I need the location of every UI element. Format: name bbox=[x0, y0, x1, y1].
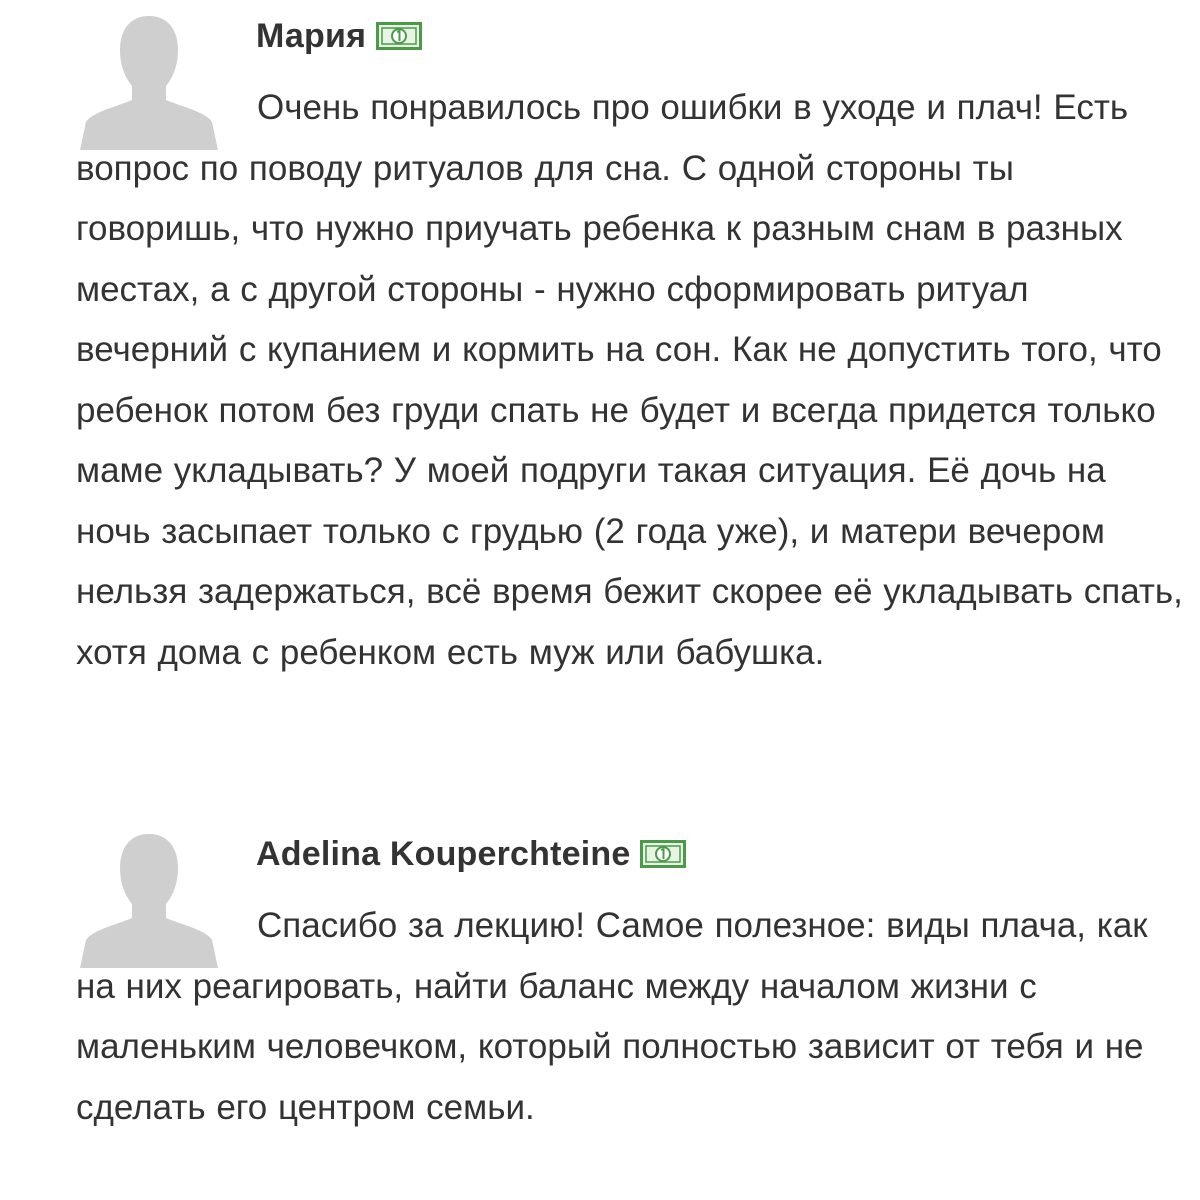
comment-text: Очень понравилось про ошибки в уходе и п… bbox=[76, 88, 1183, 672]
author-name[interactable]: Adelina Kouperchteine bbox=[256, 835, 630, 874]
author-name[interactable]: Мария bbox=[256, 17, 366, 56]
author-line: Adelina Kouperchteine bbox=[256, 830, 687, 878]
money-bill-icon bbox=[376, 21, 423, 51]
money-bill-icon bbox=[640, 839, 687, 869]
author-line: Мария bbox=[256, 12, 423, 60]
comment-text: Спасибо за лекцию! Самое полезное: виды … bbox=[76, 906, 1148, 1127]
